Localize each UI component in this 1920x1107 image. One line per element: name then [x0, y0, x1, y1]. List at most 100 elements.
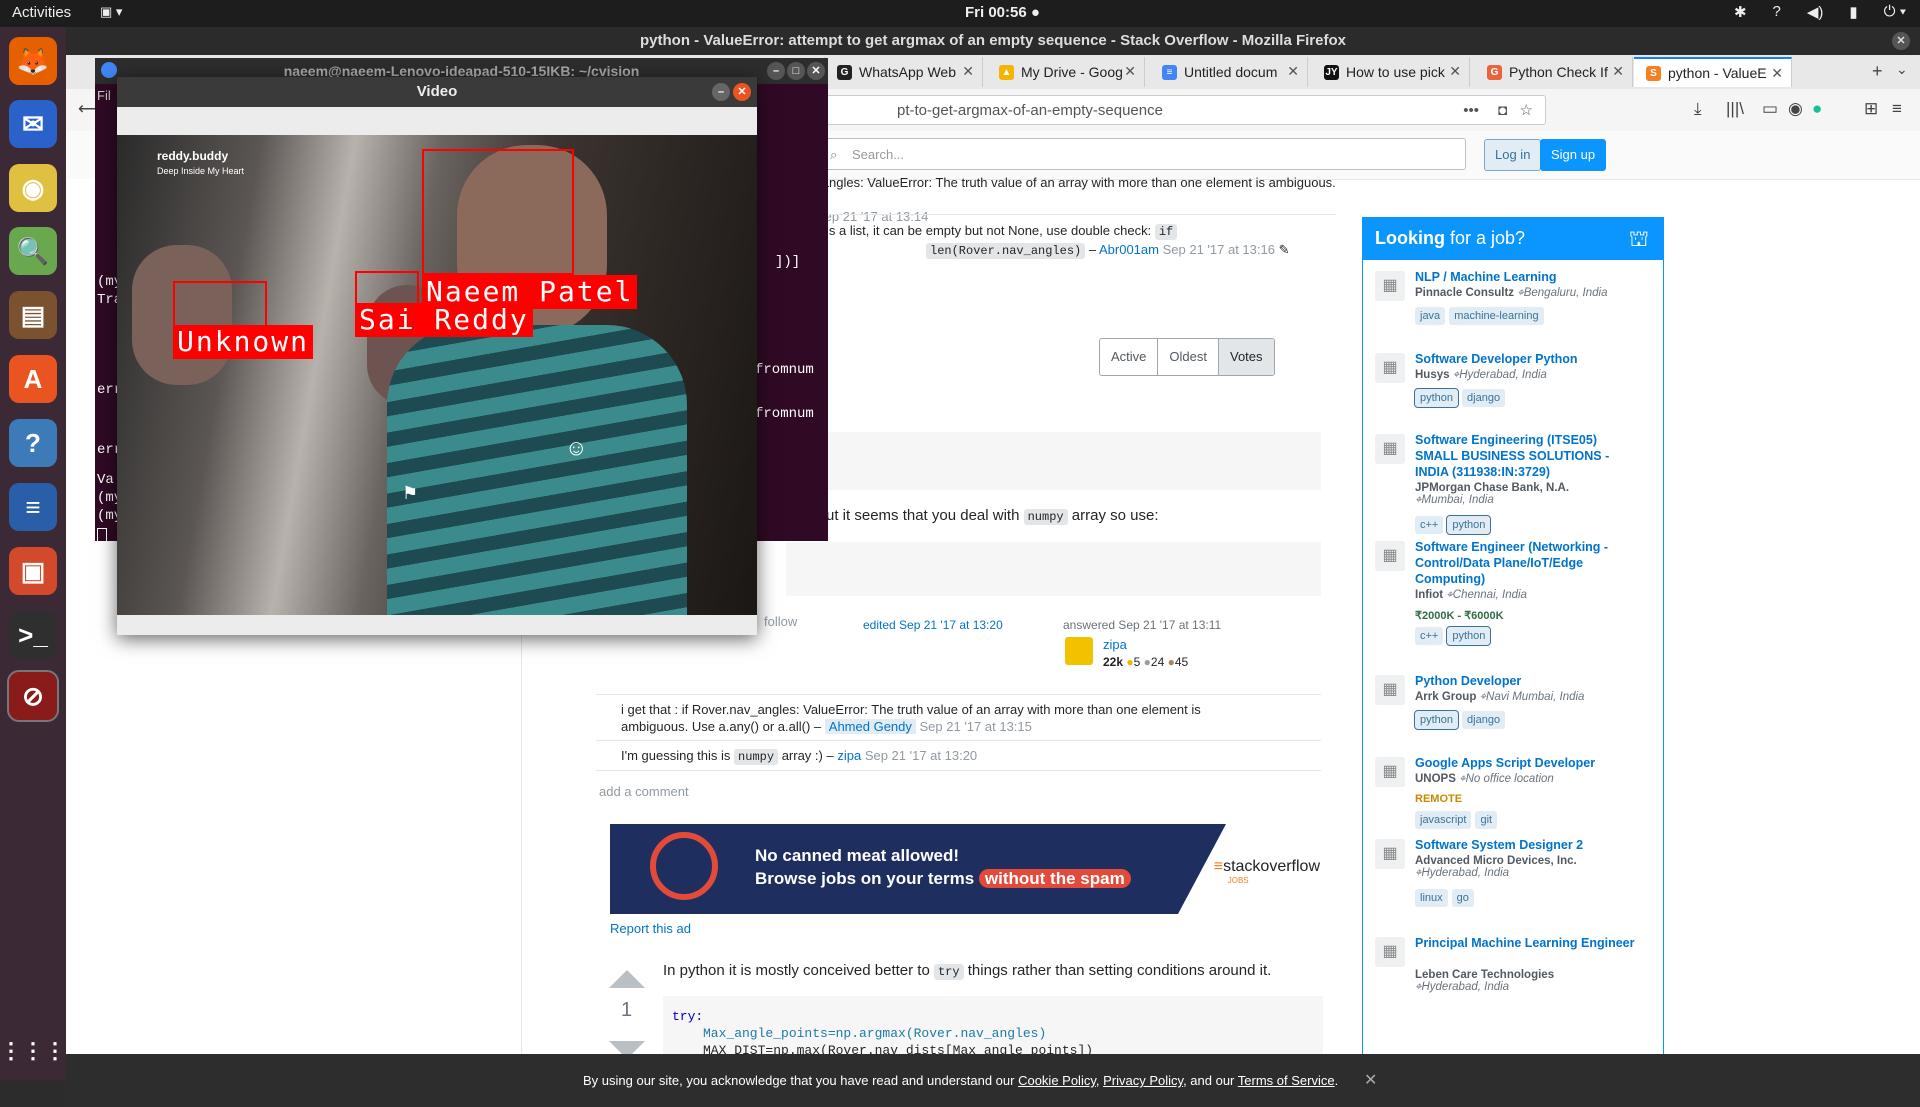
- job-company: Infiot ⌖Chennai, India: [1415, 589, 1527, 602]
- clock[interactable]: Fri 00:56 ●: [965, 4, 1040, 21]
- close-tab-icon[interactable]: ✕: [1287, 63, 1299, 80]
- upvote-button[interactable]: [609, 970, 645, 988]
- tag[interactable]: git: [1475, 811, 1498, 829]
- job-title-link[interactable]: Google Apps Script Developer: [1415, 755, 1635, 771]
- answer-user-link[interactable]: zipa: [1103, 636, 1127, 653]
- terminal-icon[interactable]: >_: [9, 611, 57, 659]
- jobs-ad-banner[interactable]: No canned meat allowed! Browse jobs on y…: [610, 824, 1338, 914]
- job-title-link[interactable]: Python Developer: [1415, 673, 1635, 689]
- extensions-icon[interactable]: ⊞: [1864, 99, 1878, 119]
- rhythmbox-icon[interactable]: ◉: [9, 164, 57, 212]
- writer-icon[interactable]: ≡: [9, 483, 57, 531]
- comment-user-link[interactable]: zipa: [837, 748, 861, 763]
- job-title-link[interactable]: NLP / Machine Learning: [1415, 269, 1635, 285]
- close-tab-icon[interactable]: ✕: [962, 63, 974, 80]
- report-ad-link[interactable]: Report this ad: [610, 920, 691, 937]
- tag[interactable]: go: [1451, 889, 1474, 907]
- terms-link[interactable]: Terms of Service: [1238, 1073, 1335, 1088]
- system-tray[interactable]: ✱ ? ◀) ▮ ⏻ ▾: [1734, 3, 1906, 21]
- signup-button[interactable]: Sign up: [1540, 139, 1607, 171]
- image-viewer-icon[interactable]: 🔍: [9, 227, 57, 275]
- volume-icon[interactable]: ◀): [1807, 3, 1824, 21]
- close-cookie-button[interactable]: ✕: [1364, 1054, 1377, 1107]
- job-title-link[interactable]: Software Developer Python: [1415, 351, 1635, 367]
- edited-link[interactable]: edited Sep 21 '17 at 13:20: [863, 617, 1003, 634]
- tab-1[interactable]: G WhatsApp Web ✕: [825, 57, 983, 87]
- close-tab-icon[interactable]: ✕: [1449, 63, 1461, 80]
- sort-tab-active[interactable]: Active: [1100, 339, 1159, 375]
- tag[interactable]: javascript: [1415, 811, 1472, 829]
- tag[interactable]: c++: [1415, 627, 1444, 645]
- close-window-button[interactable]: ✕: [1892, 32, 1910, 50]
- thunderbird-icon[interactable]: ✉: [9, 100, 57, 148]
- download-icon[interactable]: ⤓: [1694, 99, 1702, 119]
- close-button[interactable]: ✕: [807, 62, 825, 80]
- maximize-button[interactable]: □: [787, 62, 805, 80]
- bluetooth-icon[interactable]: ✱: [1734, 3, 1747, 21]
- firefox-icon[interactable]: 🦊: [9, 37, 57, 85]
- add-comment-link[interactable]: add a comment: [599, 783, 689, 800]
- tab-5[interactable]: G Python Check If ✕: [1475, 57, 1633, 87]
- tag[interactable]: machine-learning: [1449, 307, 1544, 325]
- inline-code: try: [933, 964, 964, 980]
- tag[interactable]: django: [1462, 711, 1506, 729]
- video-window[interactable]: Video – ✕ reddy.buddy Deep Inside My Hea…: [117, 77, 757, 635]
- help-icon[interactable]: ?: [1773, 3, 1781, 21]
- show-applications-icon[interactable]: ⋮⋮⋮: [0, 1027, 66, 1075]
- sort-tab-oldest[interactable]: Oldest: [1158, 339, 1219, 375]
- close-button[interactable]: ✕: [733, 83, 751, 101]
- follow-link[interactable]: follow: [764, 613, 797, 630]
- software-icon[interactable]: A: [9, 355, 57, 403]
- battery-icon[interactable]: ▮: [1849, 3, 1857, 21]
- bookmark-star-icon[interactable]: ☆: [1520, 96, 1533, 126]
- login-button[interactable]: Log in: [1484, 139, 1542, 171]
- tab-2[interactable]: ▲ My Drive - Goog ✕: [987, 57, 1145, 87]
- job-company: Husys ⌖Hyderabad, India: [1415, 369, 1547, 382]
- tab-list-icon[interactable]: ⌄: [1896, 61, 1908, 78]
- activities-button[interactable]: Activities: [12, 4, 71, 21]
- files-icon[interactable]: ▤: [9, 291, 57, 339]
- minimize-button[interactable]: –: [767, 62, 785, 80]
- account-icon[interactable]: ◉: [1788, 99, 1803, 119]
- comment-user-link[interactable]: Ahmed Gendy: [824, 719, 916, 734]
- edit-icon[interactable]: ✎: [1279, 242, 1290, 257]
- tag[interactable]: java: [1415, 307, 1446, 325]
- tag[interactable]: python: [1413, 710, 1460, 730]
- tag[interactable]: python: [1413, 388, 1460, 408]
- sidebar-icon[interactable]: ▭: [1762, 99, 1778, 119]
- pocket-icon[interactable]: ◘: [1498, 96, 1507, 126]
- privacy-policy-link[interactable]: Privacy Policy: [1103, 1073, 1183, 1088]
- help-icon[interactable]: ?: [9, 419, 57, 467]
- terminal-tab[interactable]: Fil: [97, 88, 111, 103]
- video-app-icon[interactable]: ⊘: [7, 670, 59, 722]
- tag[interactable]: python: [1446, 626, 1492, 646]
- tab-6[interactable]: Spython - ValueE ✕: [1634, 57, 1792, 87]
- tag[interactable]: c++: [1415, 516, 1444, 534]
- close-tab-icon[interactable]: ✕: [1612, 63, 1624, 80]
- avatar[interactable]: [1065, 637, 1093, 665]
- power-icon[interactable]: ⏻ ▾: [1884, 3, 1906, 21]
- job-title-link[interactable]: Software Engineer (Networking - Control/…: [1415, 539, 1635, 587]
- new-tab-button[interactable]: +: [1872, 61, 1883, 82]
- cookie-policy-link[interactable]: Cookie Policy: [1018, 1073, 1096, 1088]
- page-actions-icon[interactable]: •••: [1463, 96, 1479, 126]
- sort-tab-votes[interactable]: Votes: [1218, 339, 1274, 375]
- job-title-link[interactable]: Software Engineering (ITSE05) SMALL BUSI…: [1415, 432, 1635, 480]
- job-title-link[interactable]: Software System Designer 2: [1415, 837, 1635, 853]
- minimize-button[interactable]: –: [712, 83, 730, 101]
- grammarly-icon[interactable]: ●: [1812, 99, 1822, 119]
- tag[interactable]: python: [1446, 515, 1492, 535]
- menu-icon[interactable]: ≡: [1892, 99, 1902, 119]
- impress-icon[interactable]: ▣: [9, 547, 57, 595]
- library-icon[interactable]: |||\: [1726, 99, 1744, 119]
- close-tab-icon[interactable]: ✕: [1124, 63, 1136, 80]
- tab-4[interactable]: JY How to use pick ✕: [1312, 57, 1470, 87]
- tag[interactable]: django: [1462, 389, 1506, 407]
- app-indicator-icon[interactable]: ▣ ▾: [100, 4, 122, 20]
- tab-3[interactable]: ≡ Untitled docum ✕: [1150, 57, 1308, 87]
- close-tab-icon[interactable]: ✕: [1771, 65, 1783, 82]
- job-title-link[interactable]: Principal Machine Learning Engineer: [1415, 935, 1635, 951]
- search-input[interactable]: ⌕ Search...: [821, 138, 1466, 170]
- comment-user-link[interactable]: Abr001am: [1099, 242, 1159, 257]
- tag[interactable]: linux: [1415, 889, 1448, 907]
